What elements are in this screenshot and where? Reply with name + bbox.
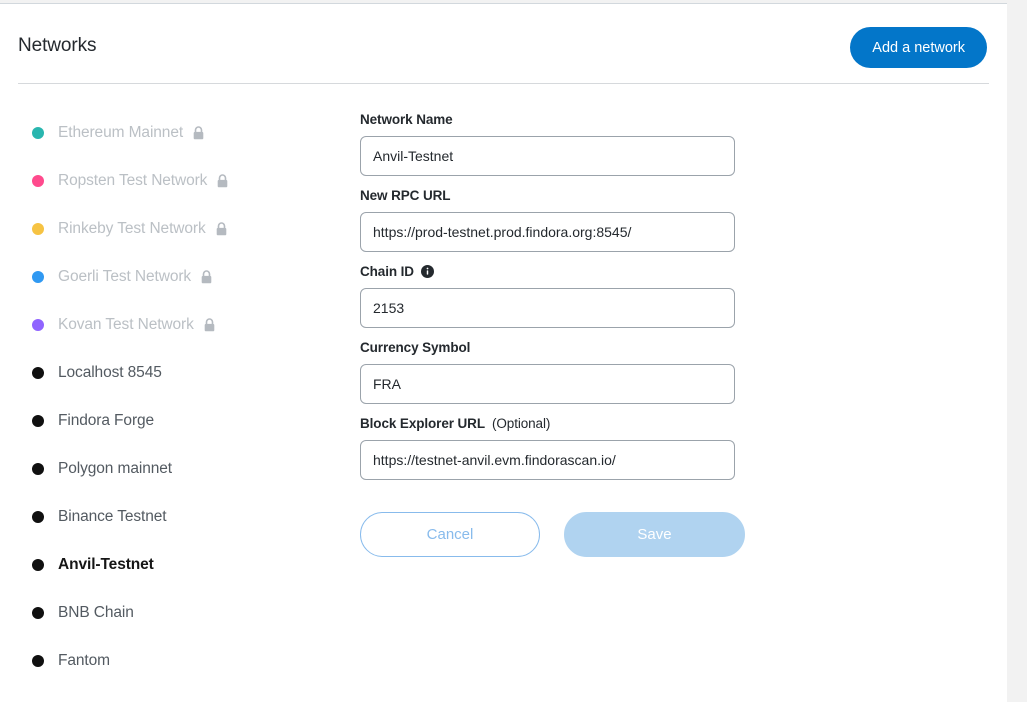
info-icon[interactable] [420, 265, 434, 278]
field-currency-symbol: Currency Symbol [360, 340, 735, 404]
network-name-label: Network Name [360, 112, 735, 127]
chain-id-input[interactable] [360, 288, 735, 328]
network-item-label: Anvil-Testnet [58, 556, 154, 573]
network-color-dot [32, 175, 44, 187]
network-color-dot [32, 319, 44, 331]
block-explorer-url-label-text: Block Explorer URL [360, 416, 485, 431]
lock-icon [200, 270, 213, 284]
chain-id-label-text: Chain ID [360, 264, 414, 279]
network-list: Ethereum Mainnet Ropsten Test Network Rink… [0, 84, 340, 702]
network-color-dot [32, 655, 44, 667]
field-rpc-url: New RPC URL [360, 188, 735, 252]
network-list-item[interactable]: Fantom [0, 647, 340, 675]
network-list-item[interactable]: Findora Forge [0, 407, 340, 435]
network-color-dot [32, 607, 44, 619]
network-list-item[interactable]: Anvil-Testnet [0, 551, 340, 579]
page-title: Networks [18, 35, 97, 56]
network-list-item[interactable]: Goerli Test Network [0, 263, 340, 291]
network-color-dot [32, 463, 44, 475]
page-header: Networks Add a network [0, 4, 1007, 84]
network-item-label: BNB Chain [58, 604, 134, 621]
lock-icon [216, 174, 229, 188]
rpc-url-input[interactable] [360, 212, 735, 252]
network-color-dot [32, 559, 44, 571]
currency-symbol-input[interactable] [360, 364, 735, 404]
rpc-url-label: New RPC URL [360, 188, 735, 203]
network-list-item[interactable]: Ropsten Test Network [0, 167, 340, 195]
save-button: Save [564, 512, 745, 557]
network-list-item[interactable]: Kovan Test Network [0, 311, 340, 339]
settings-panel: Networks Add a network Ethereum Mainnet R… [0, 3, 1007, 702]
block-explorer-url-input[interactable] [360, 440, 735, 480]
block-explorer-url-label: Block Explorer URL (Optional) [360, 416, 735, 431]
network-color-dot [32, 223, 44, 235]
currency-symbol-label-text: Currency Symbol [360, 340, 471, 355]
network-item-label: Goerli Test Network [58, 268, 192, 285]
field-chain-id: Chain ID [360, 264, 735, 328]
field-block-explorer-url: Block Explorer URL (Optional) [360, 416, 735, 480]
network-color-dot [32, 415, 44, 427]
field-network-name: Network Name [360, 112, 735, 176]
network-item-label: Localhost 8545 [58, 364, 162, 381]
network-name-label-text: Network Name [360, 112, 453, 127]
network-color-dot [32, 271, 44, 283]
network-color-dot [32, 367, 44, 379]
currency-symbol-label: Currency Symbol [360, 340, 735, 355]
network-list-item[interactable]: Binance Testnet [0, 503, 340, 531]
networks-settings-page: Networks Add a network Ethereum Mainnet R… [0, 0, 1027, 702]
network-item-label: Ethereum Mainnet [58, 124, 184, 141]
cancel-button[interactable]: Cancel [360, 512, 540, 557]
network-item-label: Polygon mainnet [58, 460, 172, 477]
network-list-item[interactable]: BNB Chain [0, 599, 340, 627]
lock-icon [215, 222, 228, 236]
network-item-label: Binance Testnet [58, 508, 167, 525]
network-list-item[interactable]: Ethereum Mainnet [0, 119, 340, 147]
network-form: Network Name New RPC URL Chain ID [340, 84, 1007, 702]
rpc-url-label-text: New RPC URL [360, 188, 451, 203]
scroll-gutter[interactable] [1007, 0, 1027, 702]
network-name-input[interactable] [360, 136, 735, 176]
network-item-label: Findora Forge [58, 412, 155, 429]
network-list-item[interactable]: Polygon mainnet [0, 455, 340, 483]
add-network-button[interactable]: Add a network [850, 27, 987, 68]
network-item-label: Rinkeby Test Network [58, 220, 206, 237]
network-item-label: Fantom [58, 652, 110, 669]
network-list-item[interactable]: Rinkeby Test Network [0, 215, 340, 243]
form-actions: Cancel Save [360, 512, 745, 557]
lock-icon [203, 318, 216, 332]
chain-id-label: Chain ID [360, 264, 735, 279]
network-item-label: Ropsten Test Network [58, 172, 208, 189]
network-color-dot [32, 127, 44, 139]
lock-icon [192, 126, 205, 140]
network-list-item[interactable]: Localhost 8545 [0, 359, 340, 387]
network-item-label: Kovan Test Network [58, 316, 194, 333]
settings-body: Ethereum Mainnet Ropsten Test Network Rink… [0, 84, 1007, 702]
block-explorer-url-optional-note: (Optional) [491, 416, 551, 431]
network-color-dot [32, 511, 44, 523]
